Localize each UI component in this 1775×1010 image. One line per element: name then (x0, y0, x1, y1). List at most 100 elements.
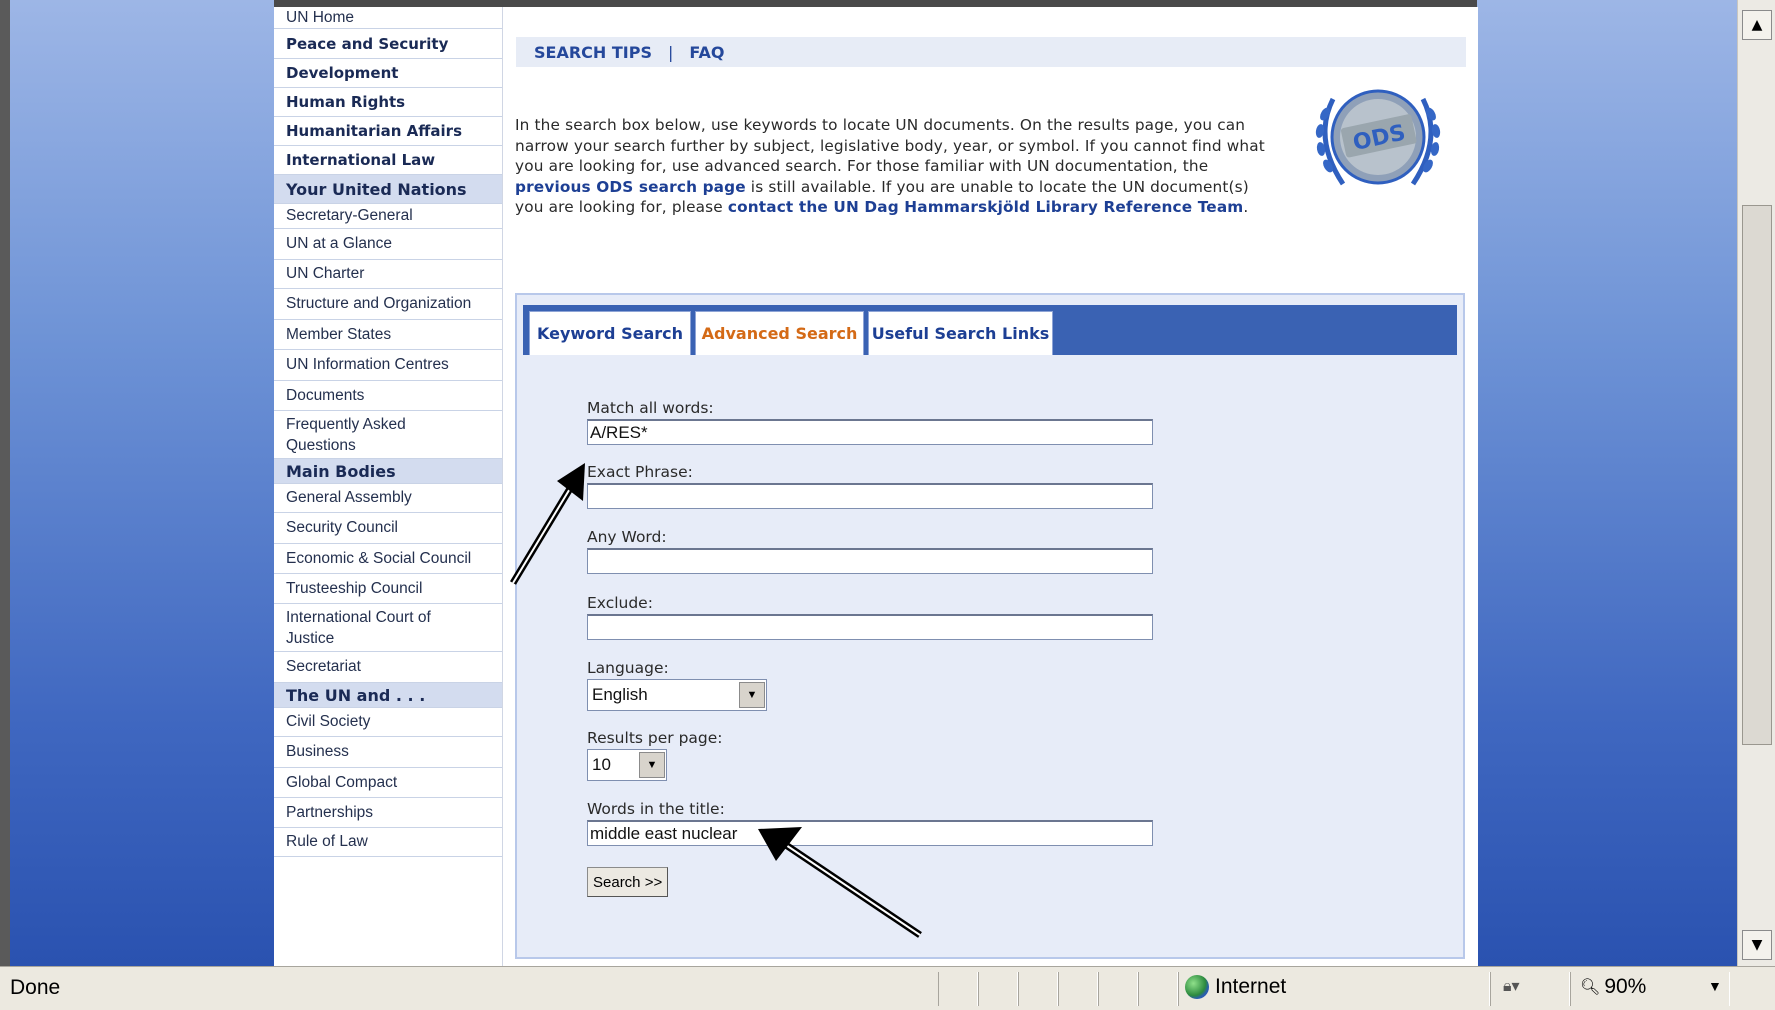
sidebar-item-label: Secretariat (286, 658, 361, 675)
security-zone[interactable]: Internet (1185, 975, 1286, 999)
sidebar-item-label: Humanitarian Affairs (286, 122, 463, 140)
sidebar-item-international-court-of-justice[interactable]: International Court of Justice (274, 604, 502, 652)
status-panel (1058, 972, 1098, 1006)
tab-advanced-search[interactable]: Advanced Search (695, 311, 864, 355)
sidebar-item-general-assembly[interactable]: General Assembly (274, 484, 502, 513)
sidebar-item-label: Security Council (286, 519, 398, 536)
any-word-input[interactable] (587, 548, 1153, 574)
tab-useful-search-links[interactable]: Useful Search Links (868, 311, 1053, 355)
status-text: Done (10, 976, 61, 999)
sidebar-item-secretary-general[interactable]: Secretary-General (274, 204, 502, 229)
sidebar-item-civil-society[interactable]: Civil Society (274, 708, 502, 737)
results-per-page-label: Results per page: (587, 729, 723, 747)
exclude-label: Exclude: (587, 594, 653, 612)
status-panel (1018, 972, 1058, 1006)
sidebar-item-label: Development (286, 64, 399, 82)
main-content: SEARCH TIPS | FAQ In the search box belo… (502, 7, 1478, 966)
sidebar-item-label: The UN and . . . (286, 685, 426, 705)
sidebar-section-heading: The UN and . . . (274, 683, 502, 708)
title-words-input[interactable] (587, 820, 1153, 846)
scroll-thumb[interactable] (1742, 205, 1772, 745)
chevron-down-icon[interactable]: ▼ (639, 752, 665, 778)
globe-icon (1185, 975, 1209, 999)
ods-logo: ODS (1315, 89, 1441, 186)
search-button[interactable]: Search >> (587, 867, 669, 897)
zoom-level: 90% (1604, 975, 1647, 998)
sidebar-item-un-information-centres[interactable]: UN Information Centres (274, 350, 502, 381)
page-background-right (1477, 0, 1737, 966)
sidebar-item-label: Business (286, 743, 349, 760)
top-nav-bar: SEARCH TIPS | FAQ (516, 37, 1466, 67)
sidebar-item-rule-of-law[interactable]: Rule of Law (274, 828, 502, 857)
sidebar-item-label: UN Charter (286, 265, 365, 282)
magnifier-icon: 🔍︎ (1580, 979, 1601, 996)
scroll-up-arrow-icon[interactable]: ▲ (1742, 10, 1772, 40)
sidebar-item-partnerships[interactable]: Partnerships (274, 798, 502, 828)
exact-phrase-input[interactable] (587, 483, 1153, 509)
results-per-page-select[interactable]: 10 ▼ (587, 749, 667, 781)
sidebar-item-structure-and-organization[interactable]: Structure and Organization (274, 289, 502, 320)
sidebar-item-label: General Assembly (286, 489, 412, 506)
sidebar-item-human-rights[interactable]: Human Rights (274, 88, 502, 117)
sidebar-item-member-states[interactable]: Member States (274, 320, 502, 350)
search-tips-link[interactable]: SEARCH TIPS (534, 43, 652, 62)
sidebar-item-label: Human Rights (286, 93, 406, 111)
exact-phrase-label: Exact Phrase: (587, 463, 693, 481)
contact-library-link[interactable]: contact the UN Dag Hammarskjöld Library … (728, 198, 1244, 216)
search-tab-bar: Keyword Search Advanced Search Useful Se… (523, 305, 1457, 355)
sidebar-nav: UN Home Peace and Security Development Huma… (274, 7, 502, 966)
sidebar-item-label: Documents (286, 386, 365, 404)
language-select[interactable]: English ▼ (587, 679, 767, 711)
sidebar-item-business[interactable]: Business (274, 737, 502, 768)
sidebar-item-label: Secretary-General (286, 207, 413, 224)
sidebar-item-un-at-a-glance[interactable]: UN at a Glance (274, 229, 502, 260)
zoom-control[interactable]: 🔍︎ 90% (1580, 975, 1646, 999)
sidebar-item-label: Economic & Social Council (286, 549, 472, 567)
scroll-down-arrow-icon[interactable]: ▼ (1742, 930, 1772, 960)
status-panel (1098, 972, 1138, 1006)
sidebar-item-label: Trusteeship Council (286, 579, 423, 597)
page-background-left (10, 0, 274, 966)
status-panel (978, 972, 1018, 1006)
intro-text: In the search box below, use keywords to… (515, 115, 1275, 218)
sidebar-item-un-home[interactable]: UN Home (274, 7, 502, 29)
sidebar-section-heading: Your United Nations (274, 175, 502, 204)
language-label: Language: (587, 659, 669, 677)
exclude-input[interactable] (587, 614, 1153, 640)
sidebar-item-frequently-asked-questions[interactable]: Frequently Asked Questions (274, 411, 502, 459)
sidebar-item-security-council[interactable]: Security Council (274, 513, 502, 544)
faq-link[interactable]: FAQ (689, 43, 724, 62)
zoom-dropdown-icon[interactable]: ▼ (1708, 978, 1722, 994)
previous-ods-search-link[interactable]: previous ODS search page (515, 178, 746, 196)
title-words-label: Words in the title: (587, 800, 725, 818)
sidebar-item-label: International Law (286, 151, 436, 169)
browser-status-bar: Done Internet 🔒︎▾ 🔍︎ 90% ▼ (0, 966, 1775, 1010)
sidebar-item-trusteeship-council[interactable]: Trusteeship Council (274, 574, 502, 604)
sidebar-item-humanitarian-affairs[interactable]: Humanitarian Affairs (274, 117, 502, 146)
sidebar-item-label: International Court of Justice (286, 608, 431, 647)
sidebar-item-label: Main Bodies (286, 461, 396, 481)
sidebar-item-development[interactable]: Development (274, 59, 502, 88)
sidebar-item-label: UN at a Glance (286, 235, 392, 252)
sidebar-item-documents[interactable]: Documents (274, 381, 502, 411)
sidebar-item-label: UN Home (286, 8, 355, 26)
sidebar-item-label: Rule of Law (286, 833, 368, 850)
sidebar-item-label: Global Compact (286, 773, 398, 791)
sidebar-item-peace-and-security[interactable]: Peace and Security (274, 29, 502, 59)
match-all-input[interactable] (587, 419, 1153, 445)
sidebar-item-un-charter[interactable]: UN Charter (274, 260, 502, 289)
sidebar-item-economic-social-council[interactable]: Economic & Social Council (274, 544, 502, 574)
any-word-label: Any Word: (587, 528, 667, 546)
language-selected-value: English (592, 685, 648, 704)
search-panel: Keyword Search Advanced Search Useful Se… (515, 293, 1465, 959)
chevron-down-icon[interactable]: ▼ (739, 682, 765, 708)
sidebar-item-label: Member States (286, 325, 392, 343)
sidebar-section-heading: Main Bodies (274, 459, 502, 484)
vertical-scrollbar[interactable]: ▲ ▼ (1737, 0, 1775, 966)
sidebar-item-global-compact[interactable]: Global Compact (274, 768, 502, 798)
lock-icon[interactable]: 🔒︎▾ (1503, 976, 1520, 996)
sidebar-item-label: Partnerships (286, 803, 374, 821)
sidebar-item-secretariat[interactable]: Secretariat (274, 652, 502, 683)
tab-keyword-search[interactable]: Keyword Search (529, 311, 691, 355)
sidebar-item-international-law[interactable]: International Law (274, 146, 502, 175)
